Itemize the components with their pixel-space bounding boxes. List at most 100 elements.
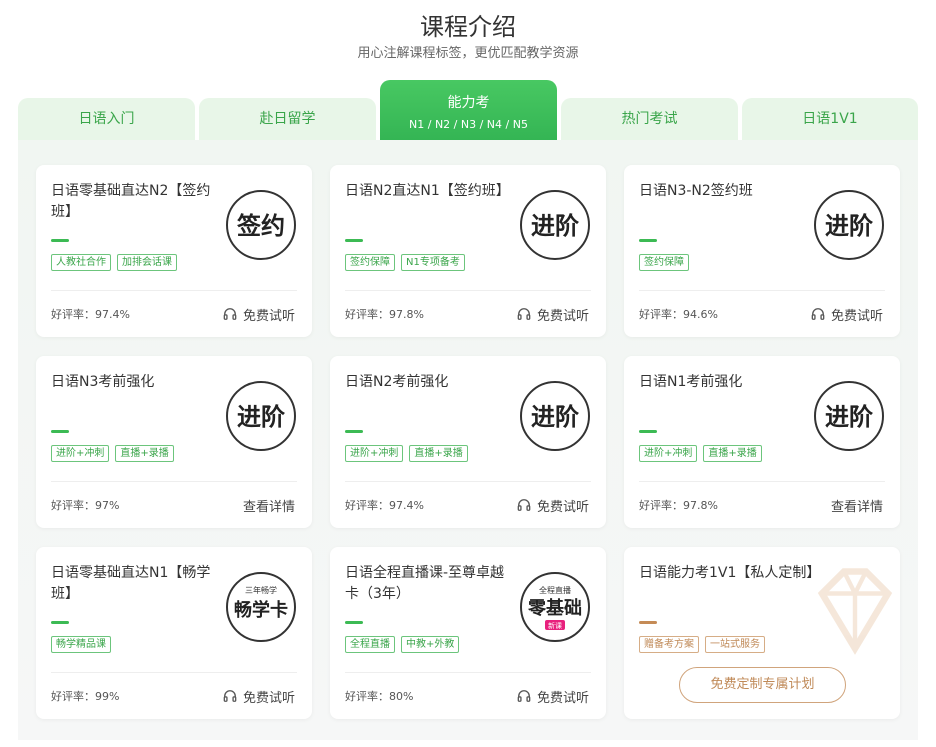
- course-card[interactable]: 日语N2直达N1【签约班】 进阶 签约保障 N1专项备考 好评率：97.8% 免…: [330, 165, 606, 337]
- tab-label: 日语入门: [78, 111, 135, 127]
- tab-japanese-1v1[interactable]: 日语1V1: [742, 98, 918, 140]
- course-card[interactable]: 日语N2考前强化 进阶 进阶+冲刺 直播+录播 好评率：97.4% 免费试听: [330, 356, 606, 528]
- divider: [345, 290, 591, 291]
- tab-study-in-japan[interactable]: 赴日留学: [199, 98, 376, 140]
- tab-hot-exams[interactable]: 热门考试: [561, 98, 738, 140]
- tab-label: 热门考试: [621, 111, 678, 127]
- headphones-icon: [223, 308, 237, 320]
- rating-text: 好评率：97.8%: [345, 308, 424, 321]
- rating-text: 好评率：97%: [51, 499, 120, 512]
- accent-bar: [51, 621, 69, 624]
- accent-bar: [51, 239, 69, 242]
- action-label: 查看详情: [242, 499, 295, 515]
- divider: [639, 290, 885, 291]
- course-tag: 一站式服务: [705, 636, 765, 653]
- action-label: 免费试听: [242, 690, 295, 706]
- divider: [51, 481, 297, 482]
- accent-bar: [345, 430, 363, 433]
- course-tag: 直播+录播: [115, 445, 174, 462]
- tag-list: 进阶+冲刺 直播+录播: [345, 445, 468, 462]
- divider: [639, 481, 885, 482]
- tag-list: 签约保障 N1专项备考: [345, 254, 465, 271]
- course-tag: 加排会话课: [117, 254, 177, 271]
- course-name: 日语能力考1V1【私人定制】: [639, 565, 821, 581]
- course-card[interactable]: 日语N1考前强化 进阶 进阶+冲刺 直播+录播 好评率：97.8% 查看详情: [624, 356, 900, 528]
- headphones-icon: [811, 308, 825, 320]
- course-name: 日语N2直达N1【签约班】: [345, 183, 510, 199]
- card-footer: 好评率：97.4% 免费试听: [51, 305, 295, 324]
- free-trial-button[interactable]: 免费试听: [517, 687, 589, 706]
- badge-unlimited-card-icon: 三年畅学 畅学卡: [225, 571, 297, 643]
- badge-zero-basis-icon: 全程直播 零基础 新课: [519, 571, 591, 643]
- tag-list: 全程直播 中教+外教: [345, 636, 460, 653]
- course-tag: 人教社合作: [51, 254, 111, 271]
- badge-label: 畅学卡: [234, 599, 288, 621]
- course-name: 日语N2考前强化: [345, 374, 449, 390]
- free-trial-button[interactable]: 免费试听: [517, 496, 589, 515]
- rating-text: 好评率：97.8%: [639, 499, 718, 512]
- course-card[interactable]: 日语N3考前强化 进阶 进阶+冲刺 直播+录播 好评率：97% 查看详情: [36, 356, 312, 528]
- badge-label: 进阶: [531, 212, 579, 240]
- tab-jlpt[interactable]: 能力考 N1 / N2 / N3 / N4 / N5: [380, 80, 557, 140]
- divider: [51, 290, 297, 291]
- course-tag: 直播+录播: [409, 445, 468, 462]
- course-tag: 进阶+冲刺: [51, 445, 110, 462]
- badge-label: 进阶: [825, 403, 873, 431]
- action-label: 免费试听: [536, 690, 589, 706]
- course-card[interactable]: 日语全程直播课-至尊卓越卡（3年） 全程直播 零基础 新课 全程直播 中教+外教 好…: [330, 547, 606, 719]
- course-tag: 中教+外教: [401, 636, 460, 653]
- accent-bar: [345, 621, 363, 624]
- badge-label: 零基础: [527, 597, 582, 619]
- card-footer: 好评率：97% 查看详情: [51, 496, 295, 515]
- course-name: 日语N1考前强化: [639, 374, 743, 390]
- action-label: 免费试听: [830, 308, 883, 324]
- tab-japanese-intro[interactable]: 日语入门: [18, 98, 195, 140]
- page-subtitle: 用心注解课程标签，更优匹配教学资源: [357, 46, 579, 61]
- course-card[interactable]: 日语零基础直达N1【畅学班】 三年畅学 畅学卡 畅学精品课 好评率：99% 免费试…: [36, 547, 312, 719]
- course-name: 日语N3-N2签约班: [639, 183, 753, 199]
- headphones-icon: [517, 308, 531, 320]
- course-card[interactable]: 日语N3-N2签约班 进阶 签约保障 好评率：94.6% 免费试听: [624, 165, 900, 337]
- badge-bottom-label: 新课: [548, 621, 562, 630]
- course-name: 日语N3考前强化: [51, 374, 155, 390]
- accent-bar: [639, 430, 657, 433]
- card-footer: 好评率：97.4% 免费试听: [345, 496, 589, 515]
- tag-list: 人教社合作 加排会话课: [51, 254, 177, 271]
- course-panel: 日语零基础直达N2【签约班】 签约 人教社合作 加排会话课 好评率：97.4% …: [18, 140, 918, 740]
- section-header: 课程介绍 用心注解课程标签，更优匹配教学资源: [0, 12, 936, 63]
- course-name: 日语零基础直达N2【签约班】: [51, 183, 211, 220]
- accent-bar: [639, 621, 657, 624]
- divider: [345, 481, 591, 482]
- course-name: 日语零基础直达N1【畅学班】: [51, 565, 211, 602]
- course-tag: 签约保障: [639, 254, 689, 271]
- custom-1v1-card[interactable]: 日语能力考1V1【私人定制】 赠备考方案 一站式服务 免费定制专属计划: [624, 547, 900, 719]
- course-tag: 签约保障: [345, 254, 395, 271]
- course-tag: N1专项备考: [401, 254, 465, 271]
- tab-label: 日语1V1: [802, 111, 858, 127]
- badge-advanced-icon: 进阶: [813, 380, 885, 452]
- free-trial-button[interactable]: 免费试听: [811, 305, 883, 324]
- view-details-button[interactable]: 查看详情: [831, 496, 883, 515]
- card-footer: 好评率：97.8% 查看详情: [639, 496, 883, 515]
- page-title: 课程介绍: [420, 13, 516, 41]
- badge-top-label: 全程直播: [539, 585, 571, 595]
- custom-plan-button[interactable]: 免费定制专属计划: [679, 667, 846, 703]
- badge-label: 进阶: [531, 403, 579, 431]
- headphones-icon: [223, 690, 237, 702]
- tab-label: 赴日留学: [259, 111, 316, 127]
- divider: [51, 672, 297, 673]
- badge-advanced-icon: 进阶: [519, 189, 591, 261]
- headphones-icon: [517, 690, 531, 702]
- view-details-button[interactable]: 查看详情: [243, 496, 295, 515]
- course-card[interactable]: 日语零基础直达N2【签约班】 签约 人教社合作 加排会话课 好评率：97.4% …: [36, 165, 312, 337]
- tag-list: 签约保障: [639, 254, 689, 271]
- action-label: 免费试听: [536, 308, 589, 324]
- accent-bar: [639, 239, 657, 242]
- tag-list: 进阶+冲刺 直播+录播: [51, 445, 174, 462]
- rating-text: 好评率：97.4%: [345, 499, 424, 512]
- free-trial-button[interactable]: 免费试听: [517, 305, 589, 324]
- rating-text: 好评率：97.4%: [51, 308, 130, 321]
- accent-bar: [51, 430, 69, 433]
- free-trial-button[interactable]: 免费试听: [223, 687, 295, 706]
- free-trial-button[interactable]: 免费试听: [223, 305, 295, 324]
